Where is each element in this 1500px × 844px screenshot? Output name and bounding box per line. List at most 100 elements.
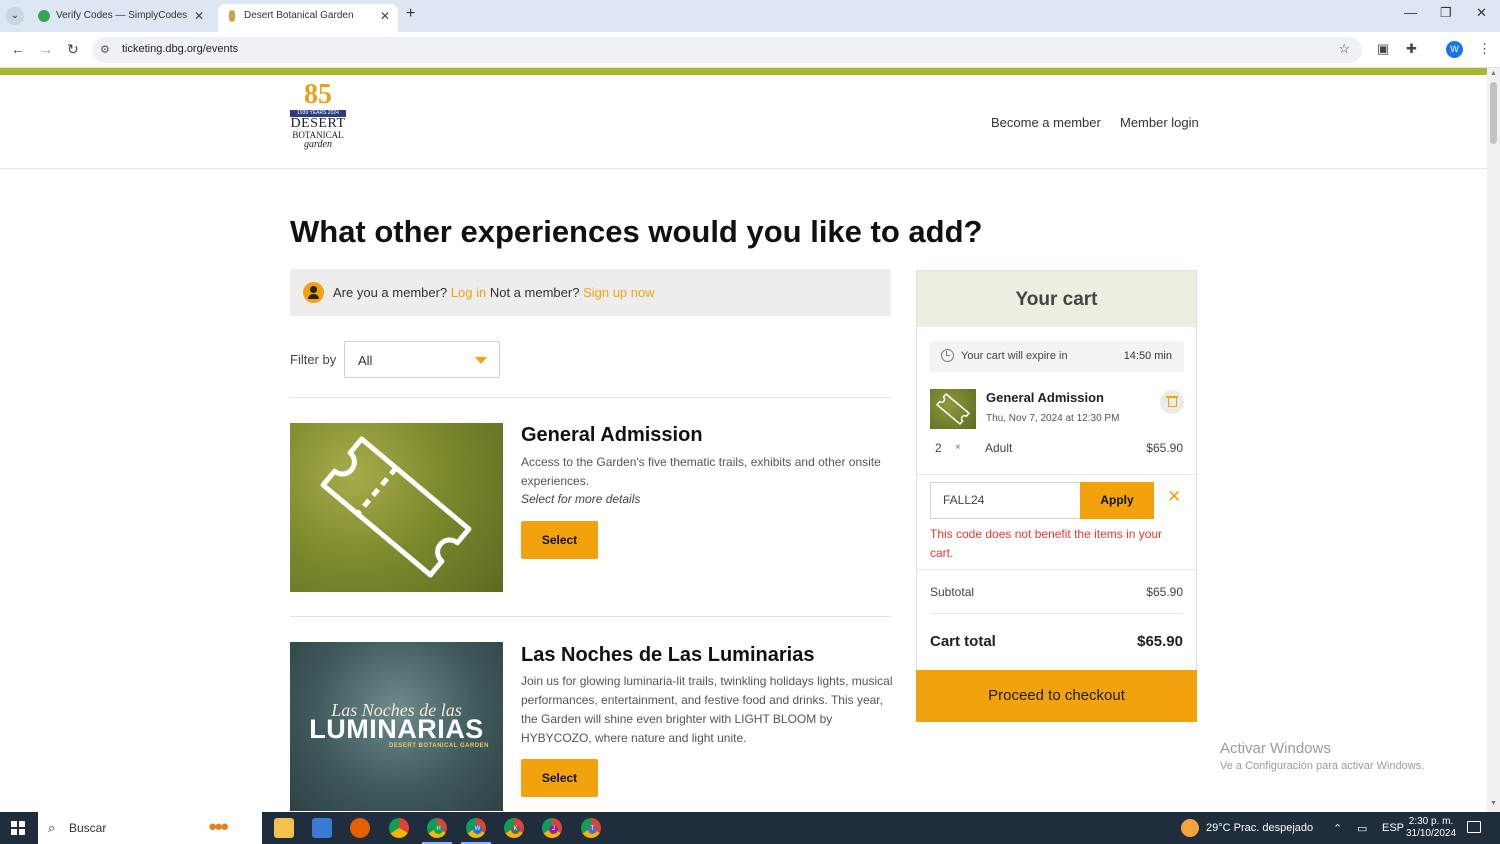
filter-value: All <box>358 353 373 368</box>
dbg-favicon-icon <box>229 10 235 22</box>
cart-item-price: $65.90 <box>1146 441 1183 455</box>
url-text[interactable]: ticketing.dbg.org/events <box>122 43 238 55</box>
chrome-profile-h-icon[interactable]: H <box>427 818 447 838</box>
event-description: Access to the Garden's five thematic tra… <box>521 455 881 488</box>
cart-item-date: Thu, Nov 7, 2024 at 12:30 PM <box>986 413 1120 424</box>
chrome-profile-w-icon[interactable]: W <box>466 818 486 838</box>
site-settings-icon[interactable]: ⚙ <box>100 43 110 56</box>
chrome-profile-t-icon[interactable]: T <box>581 818 601 838</box>
chrome-icon[interactable] <box>389 818 409 838</box>
member-question: Are you a member? <box>333 285 448 300</box>
close-tab-icon[interactable]: ✕ <box>194 4 204 28</box>
close-tab-icon[interactable]: ✕ <box>380 4 390 28</box>
desert-botanical-garden-logo[interactable]: 85 1939 YEARS 2024 DESERT BOTANICAL gard… <box>288 80 348 166</box>
extensions-puzzle-icon[interactable]: ✚ <box>1406 41 1417 57</box>
scrollbar-thumb[interactable] <box>1490 82 1497 144</box>
event-more-details: Select for more details <box>521 492 641 506</box>
firefox-icon[interactable] <box>350 818 370 838</box>
cart-expiry-notice: Your cart will expire in 14:50 min <box>930 341 1184 372</box>
page-scrollbar[interactable]: ▲ ▼ <box>1487 68 1500 812</box>
file-explorer-icon[interactable] <box>274 818 294 838</box>
network-icon[interactable]: ▭ <box>1357 822 1367 835</box>
member-prompt-bar: Are you a member? Log in Not a member? S… <box>290 269 891 316</box>
notifications-icon[interactable] <box>1467 821 1481 833</box>
language-indicator[interactable]: ESP <box>1382 822 1404 834</box>
tab-title: Desert Botanical Garden <box>244 10 354 21</box>
logo-number: 85 <box>304 79 332 110</box>
search-icon: ⌕ <box>48 820 56 835</box>
ticket-icon <box>935 392 971 426</box>
tab-desert-botanical-garden[interactable]: Desert Botanical Garden ✕ <box>218 4 398 32</box>
logo-line3: garden <box>304 139 332 150</box>
cart-title: Your cart <box>1015 289 1098 310</box>
cart-total-label: Cart total <box>930 633 996 650</box>
cart-item-thumbnail <box>930 389 976 429</box>
restore-icon[interactable]: ❐ <box>1440 5 1452 21</box>
new-tab-plus-icon[interactable]: + <box>406 5 415 23</box>
general-admission-image[interactable] <box>290 423 503 592</box>
watermark-line1: Activar Windows <box>1220 740 1331 757</box>
event-title: Las Noches de Las Luminarias <box>521 644 815 666</box>
member-prompt-text: Are you a member? Log in Not a member? S… <box>333 285 655 300</box>
filter-dropdown[interactable]: All <box>344 341 500 378</box>
cart-item-name: General Admission <box>986 390 1104 405</box>
reload-icon[interactable]: ↻ <box>67 41 79 58</box>
become-member-link[interactable]: Become a member <box>991 115 1101 130</box>
windows-activation-watermark: Activar Windows Ve a Configuración para … <box>1220 740 1424 772</box>
chrome-profile-k-icon[interactable]: K <box>504 818 524 838</box>
taskbar-search[interactable]: ⌕ Buscar ●●● <box>38 812 262 844</box>
tab-search-button[interactable]: ⌄ <box>6 7 24 25</box>
minimize-icon[interactable]: — <box>1404 5 1417 20</box>
close-window-icon[interactable]: ✕ <box>1476 5 1487 21</box>
not-member-text: Not a member? <box>489 285 580 300</box>
tab-simplycodes[interactable]: Verify Codes — SimplyCodes ✕ <box>30 4 212 32</box>
promo-code-input[interactable]: FALL24 <box>930 482 1080 519</box>
page-title: What other experiences would you like to… <box>290 214 983 249</box>
chrome-profile-j-icon[interactable]: J <box>542 818 562 838</box>
forward-arrow-icon[interactable]: → <box>39 41 53 57</box>
select-general-admission-button[interactable]: Select <box>521 521 598 559</box>
scroll-down-arrow-icon[interactable]: ▼ <box>1490 800 1497 807</box>
luminarias-big-text: LUMINARIAS <box>309 714 484 744</box>
address-bar[interactable]: ⚙ ticketing.dbg.org/events ☆ <box>92 37 1362 63</box>
windows-start-icon[interactable] <box>11 821 25 835</box>
divider <box>290 397 891 398</box>
login-link[interactable]: Log in <box>451 285 486 300</box>
filter-label: Filter by <box>290 352 337 367</box>
profile-avatar[interactable]: W <box>1446 41 1463 58</box>
chevron-up-icon[interactable]: ⌃ <box>1333 822 1342 835</box>
store-icon[interactable] <box>312 818 332 838</box>
apply-promo-button[interactable]: Apply <box>1080 482 1154 519</box>
divider <box>930 613 1183 614</box>
times-symbol: × <box>955 442 961 453</box>
clock-time: 2:30 p. m. <box>1408 816 1454 827</box>
signup-link[interactable]: Sign up now <box>583 285 655 300</box>
browser-menu-icon[interactable]: ⋮ <box>1478 41 1491 57</box>
divider <box>917 474 1196 475</box>
clear-promo-close-icon[interactable]: ✕ <box>1167 487 1181 507</box>
divider <box>290 616 891 617</box>
extension-icon[interactable]: ▣ <box>1377 41 1389 57</box>
bookmark-star-icon[interactable]: ☆ <box>1338 41 1350 57</box>
scroll-up-arrow-icon[interactable]: ▲ <box>1490 70 1497 77</box>
member-login-link[interactable]: Member login <box>1120 115 1199 130</box>
tab-title: Verify Codes — SimplyCodes <box>56 10 188 21</box>
select-luminarias-button[interactable]: Select <box>521 759 598 797</box>
back-arrow-icon[interactable]: ← <box>11 41 25 57</box>
promo-code-value: FALL24 <box>943 493 985 507</box>
weather-text[interactable]: 29°C Prac. despejado <box>1206 822 1313 834</box>
remove-item-trash-icon[interactable] <box>1160 390 1184 414</box>
luminarias-image[interactable]: Las Noches de las LUMINARIAS DESERT BOTA… <box>290 642 503 811</box>
browser-toolbar: ← → ↻ ⚙ ticketing.dbg.org/events ☆ <box>0 32 1500 68</box>
divider <box>917 569 1196 570</box>
weather-icon[interactable] <box>1181 819 1199 837</box>
browser-tab-bar: ⌄ Verify Codes — SimplyCodes ✕ Desert Bo… <box>0 0 1500 32</box>
cart-total-value: $65.90 <box>1137 633 1183 650</box>
cart-panel: Your cart Your cart will expire in 14:50… <box>916 270 1197 722</box>
user-icon <box>303 282 324 303</box>
proceed-to-checkout-button[interactable]: Proceed to checkout <box>916 670 1197 722</box>
logo-line1: DESERT <box>290 116 346 131</box>
taskbar-clock[interactable]: 2:30 p. m. 31/10/2024 <box>1405 816 1457 840</box>
expire-label: Your cart will expire in <box>961 350 1068 362</box>
ticket-icon <box>320 436 472 578</box>
